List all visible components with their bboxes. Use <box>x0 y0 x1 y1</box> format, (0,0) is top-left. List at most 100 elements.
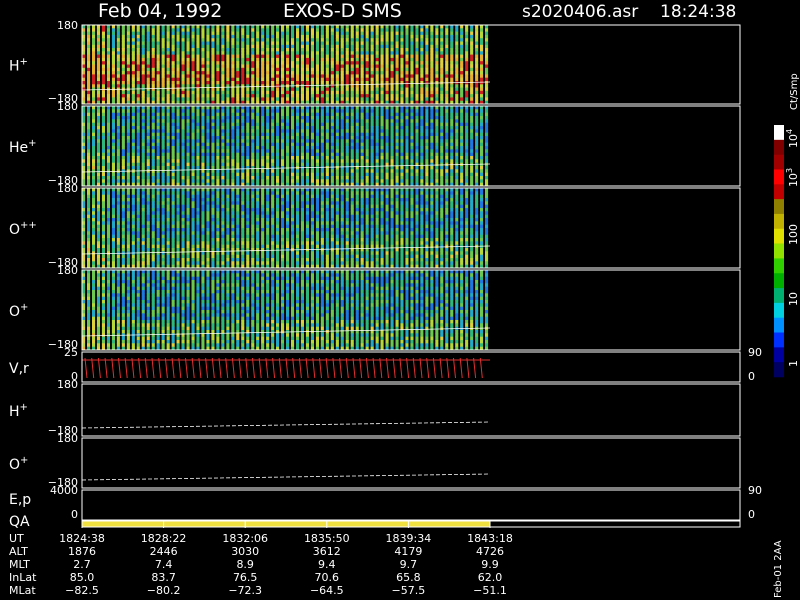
spectrogram-cell <box>141 179 145 183</box>
spectrogram-cell <box>106 244 110 249</box>
spectrogram-cell <box>226 231 230 235</box>
spectrogram-cell <box>320 152 324 157</box>
spectrogram-cell <box>355 94 359 98</box>
spectrogram-cell <box>151 67 155 72</box>
spectrogram-cell <box>181 172 185 177</box>
spectrogram-cell <box>141 28 145 32</box>
spectrogram-cell <box>340 74 344 79</box>
spectrogram-cell <box>136 109 140 113</box>
spectrogram-cell <box>211 54 215 59</box>
spectrogram-cell <box>191 224 195 229</box>
spectrogram-cell <box>92 34 96 39</box>
spectrogram-cell <box>305 126 309 130</box>
spectrogram-cell <box>470 136 474 140</box>
spectrogram-cell <box>450 41 454 46</box>
spectrogram-cell <box>465 146 469 150</box>
spectrogram-cell <box>87 38 91 42</box>
spectrogram-cell <box>370 176 374 180</box>
spectrogram-cell <box>271 28 275 32</box>
spectrogram-cell <box>390 139 394 143</box>
spectrogram-cell <box>151 146 155 150</box>
spectrogram-cell <box>241 142 245 147</box>
spectrogram-cell <box>360 119 364 123</box>
spectrogram-cell <box>111 116 115 120</box>
spectrogram-cell <box>310 25 314 29</box>
spectrogram-cell <box>186 214 190 219</box>
spectrogram-cell <box>226 191 230 195</box>
spectrogram-cell <box>305 25 309 29</box>
spectrogram-cell <box>221 112 225 117</box>
spectrogram-cell <box>420 129 424 133</box>
spectrogram-cell <box>236 106 240 110</box>
spectrogram-cell <box>236 261 240 265</box>
spectrogram-cell <box>146 48 150 52</box>
spectrogram-cell <box>435 109 439 113</box>
spectrogram-cell <box>320 129 324 133</box>
spectrogram-cell <box>186 106 190 110</box>
spectrogram-cell <box>335 112 339 117</box>
spectrogram-cell <box>216 122 220 127</box>
spectrogram-cell <box>450 94 454 98</box>
spectrogram-cell <box>465 28 469 32</box>
spectrogram-cell <box>291 109 295 113</box>
spectrogram-cell <box>166 159 170 163</box>
spectrogram-cell <box>96 198 100 202</box>
spectrogram-cell <box>246 228 250 232</box>
spectrogram-cell <box>440 90 444 95</box>
spectrogram-cell <box>166 136 170 140</box>
spectrogram-cell <box>395 51 399 55</box>
spectrogram-cell <box>385 34 389 39</box>
spectrogram-cell <box>216 238 220 242</box>
spectrogram-cell <box>380 106 384 110</box>
spectrogram-cell <box>261 71 265 75</box>
spectrogram-cell <box>241 214 245 219</box>
spectrogram-cell <box>201 77 205 82</box>
spectrogram-cell <box>206 48 210 52</box>
spectrogram-cell <box>410 31 414 36</box>
panel-2: He+180−180 <box>9 100 741 187</box>
spectrogram-cell <box>395 122 399 127</box>
spectrogram-cell <box>166 224 170 229</box>
spectrogram-cell <box>425 34 429 39</box>
spectrogram-cell <box>181 54 185 59</box>
spectrogram-cell <box>445 172 449 177</box>
spectrogram-cell <box>136 94 140 98</box>
spectrogram-cell <box>87 74 91 79</box>
spectrogram-cell <box>350 176 354 180</box>
spectrogram-cell <box>305 74 309 79</box>
spectrogram-cell <box>350 156 354 160</box>
spectrogram-cell <box>340 28 344 32</box>
spectrogram-cell <box>296 41 300 46</box>
spectrogram-cell <box>156 142 160 147</box>
spectrogram-cell <box>156 41 160 46</box>
spectrogram-cell <box>221 87 225 92</box>
spectrogram-cell <box>96 156 100 160</box>
spectrogram-cell <box>231 218 235 222</box>
spectrogram-cell <box>445 142 449 147</box>
spectrogram-cell <box>296 77 300 82</box>
spectrogram-cell <box>131 244 135 249</box>
spectrogram-cell <box>121 61 125 65</box>
spectrogram-cell <box>111 204 115 209</box>
spectrogram-cell <box>445 126 449 130</box>
spectrogram-cell <box>480 166 484 170</box>
spectrogram-cell <box>196 38 200 42</box>
spectrogram-cell <box>440 44 444 49</box>
spectrogram-cell <box>196 67 200 72</box>
spectrogram-cell <box>320 97 324 102</box>
spectrogram-cell <box>281 126 285 130</box>
spectrogram-cell <box>305 41 309 46</box>
spectrogram-cell <box>470 67 474 72</box>
spectrogram-cell <box>305 67 309 72</box>
spectrogram-cell <box>236 122 240 127</box>
spectrogram-cell <box>300 172 304 177</box>
spectrogram-cell <box>87 54 91 59</box>
spectrogram-cell <box>286 211 290 215</box>
spectrogram-cell <box>246 234 250 239</box>
spectrogram-cell <box>365 172 369 177</box>
spectrogram-cell <box>345 119 349 123</box>
spectrogram-cell <box>485 116 489 120</box>
spectrogram-cell <box>92 74 96 79</box>
spectrogram-cell <box>206 228 210 232</box>
spectrogram-cell <box>475 77 479 82</box>
